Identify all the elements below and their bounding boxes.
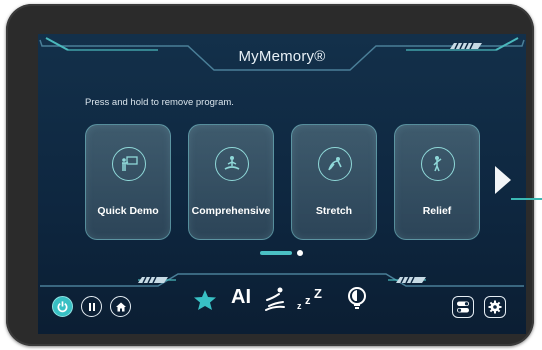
sleep-icon[interactable]: z z Z [296, 286, 326, 312]
presentation-icon [112, 147, 146, 181]
program-label: Quick Demo [97, 205, 159, 217]
page-indicator [38, 249, 526, 257]
program-label: Comprehensive [191, 205, 271, 217]
body-massage-icon[interactable] [263, 286, 287, 312]
program-label: Relief [422, 205, 452, 217]
settings-button[interactable] [484, 296, 506, 318]
program-card-comprehensive[interactable]: Comprehensive [188, 124, 274, 240]
meditation-icon [215, 147, 249, 181]
star-icon[interactable] [193, 289, 217, 311]
gear-icon [488, 300, 502, 314]
toggle-settings-button[interactable] [452, 296, 474, 318]
header-bar: MyMemory® [38, 34, 526, 78]
page-indicator-active[interactable] [260, 251, 292, 255]
svg-text:Z: Z [314, 286, 322, 301]
light-bulb-icon[interactable] [346, 286, 368, 312]
program-card-quick-demo[interactable]: Quick Demo [85, 124, 171, 240]
ai-mode-button[interactable]: AI [231, 287, 251, 307]
home-button[interactable] [110, 296, 131, 317]
arrow-indicator-line [511, 198, 542, 200]
pause-button[interactable] [81, 296, 102, 317]
toggle-settings-icon [457, 301, 469, 313]
stretch-icon [318, 147, 352, 181]
pause-icon [88, 302, 95, 311]
next-page-arrow[interactable] [495, 166, 511, 194]
tablet-bezel: MyMemory® Press and hold to remove progr… [6, 4, 534, 346]
home-icon [115, 302, 126, 311]
svg-text:z: z [297, 301, 302, 311]
program-card-relief[interactable]: Relief [394, 124, 480, 240]
svg-text:z: z [305, 295, 311, 307]
program-card-stretch[interactable]: Stretch [291, 124, 377, 240]
power-icon [57, 301, 68, 313]
screen: MyMemory® Press and hold to remove progr… [38, 34, 526, 334]
page-indicator-dot[interactable] [297, 250, 303, 256]
program-label: Stretch [315, 205, 353, 217]
relief-icon [421, 147, 455, 181]
instruction-text: Press and hold to remove program. [85, 97, 234, 108]
app-title: MyMemory® [238, 48, 326, 65]
power-button[interactable] [52, 296, 73, 317]
